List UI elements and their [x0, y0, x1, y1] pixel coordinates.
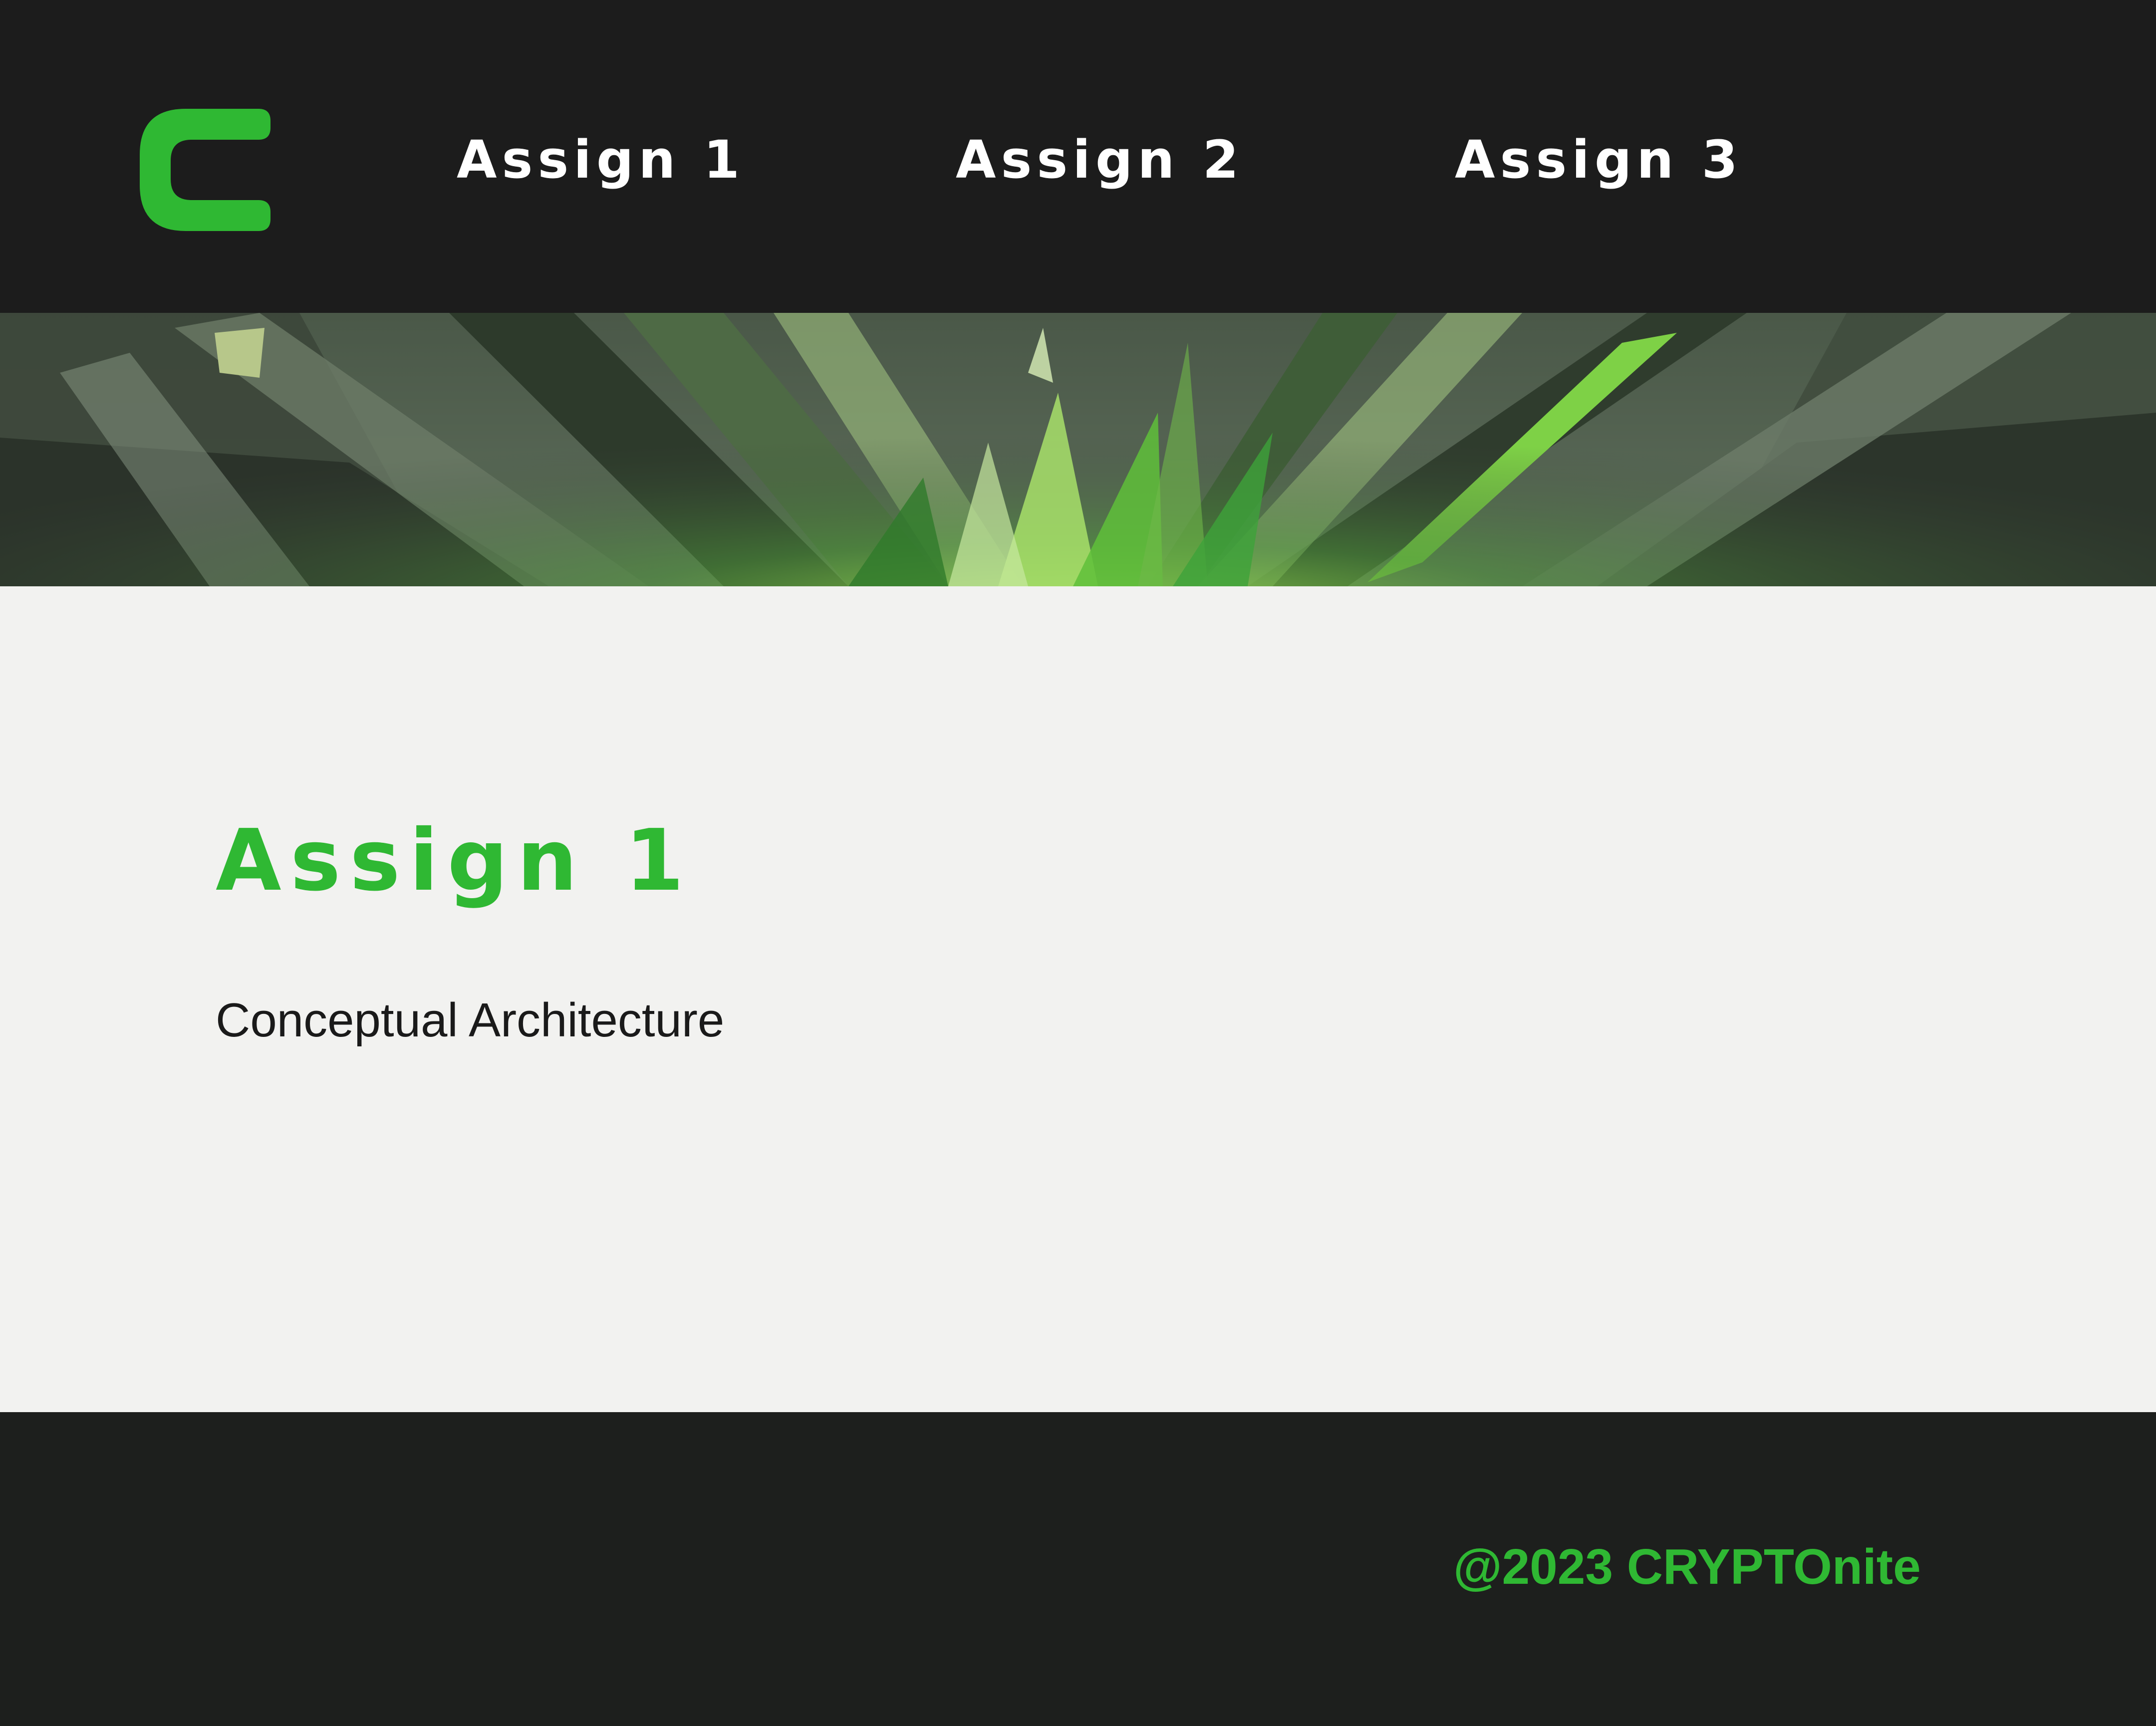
page-subtitle: Conceptual Architecture [216, 993, 725, 1047]
page-title: Assign 1 [216, 811, 693, 910]
crypto-c-logo-icon[interactable] [140, 109, 270, 231]
nav-link-assign-2[interactable]: Assign 2 [956, 127, 1244, 192]
site-footer: @2023 CRYPTOnite [0, 1412, 2156, 1726]
hero-banner-image [0, 313, 2156, 586]
nav-link-assign-1[interactable]: Assign 1 [457, 127, 745, 192]
copyright-text: @2023 CRYPTOnite [1453, 1539, 1921, 1595]
main-content: Assign 1 Conceptual Architecture [0, 586, 2156, 1412]
site-header: Assign 1 Assign 2 Assign 3 [0, 0, 2156, 313]
nav-link-assign-3[interactable]: Assign 3 [1455, 127, 1743, 192]
